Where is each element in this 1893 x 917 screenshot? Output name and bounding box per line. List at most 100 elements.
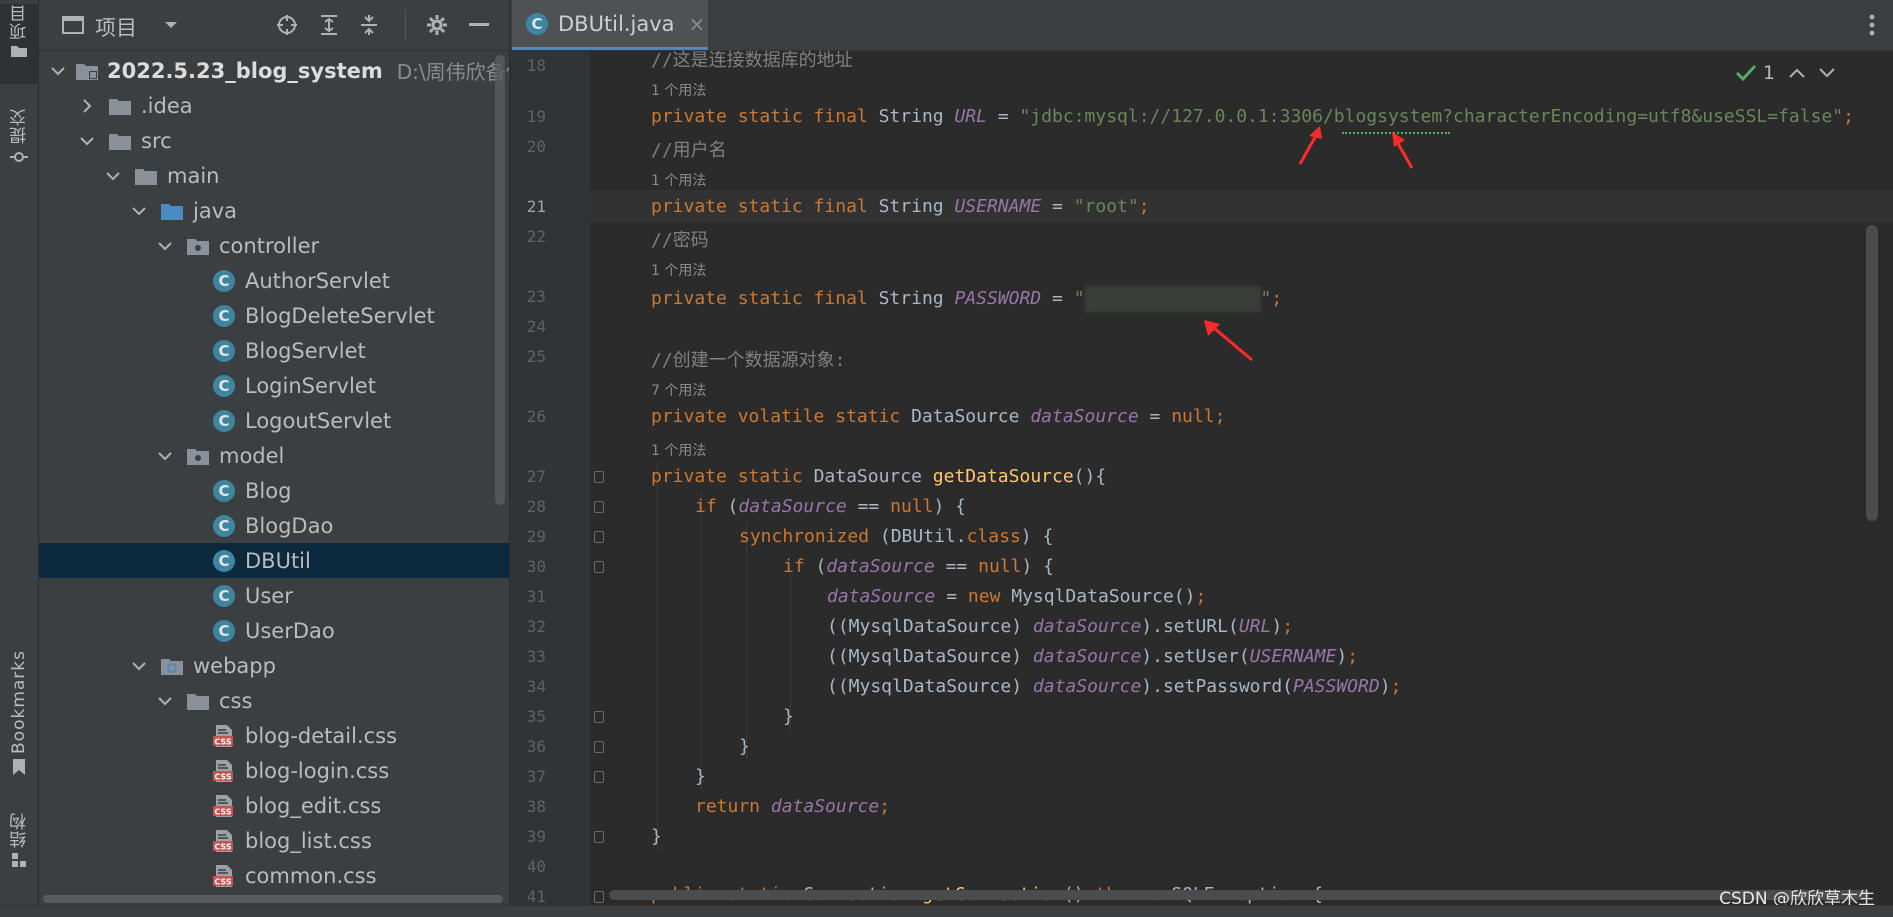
line-number[interactable]: 21: [510, 197, 546, 216]
code-line-22[interactable]: //密码: [651, 226, 709, 252]
chevron-down-icon[interactable]: [155, 446, 175, 466]
tree-item-controller[interactable]: controller: [39, 228, 509, 263]
tree-item-loginservlet[interactable]: C LoginServlet: [39, 368, 509, 403]
code-line-37[interactable]: }: [695, 766, 706, 787]
line-number[interactable]: 20: [510, 137, 546, 156]
tree-item-dbutil[interactable]: C DBUtil: [39, 543, 509, 578]
project-view-icon[interactable]: [61, 13, 85, 37]
code-line-29[interactable]: synchronized (DBUtil.class) {: [739, 526, 1053, 547]
code-line-19[interactable]: private static final String URL = "jdbc:…: [651, 106, 1854, 127]
line-number[interactable]: 19: [510, 107, 546, 126]
expand-all-icon[interactable]: [317, 13, 341, 37]
more-options-icon[interactable]: [1869, 14, 1875, 36]
code-line-30[interactable]: if (dataSource == null) {: [783, 556, 1054, 577]
tree-item-authorservlet[interactable]: C AuthorServlet: [39, 263, 509, 298]
line-number[interactable]: 40: [510, 857, 546, 876]
line-number[interactable]: 37: [510, 767, 546, 786]
line-number[interactable]: 18: [510, 56, 546, 75]
line-number[interactable]: 36: [510, 737, 546, 756]
line-number[interactable]: 35: [510, 707, 546, 726]
code-line-21[interactable]: private static final String USERNAME = "…: [651, 196, 1150, 217]
fold-marker-icon[interactable]: [594, 471, 604, 483]
tree-item-common-css[interactable]: CSS common.css: [39, 858, 509, 893]
fold-marker-icon[interactable]: [594, 891, 604, 903]
editor-horizontal-scrollbar[interactable]: [609, 890, 1869, 900]
code-line-28[interactable]: if (dataSource == null) {: [695, 496, 966, 517]
chevron-down-icon[interactable]: [77, 131, 97, 151]
chevron-right-icon[interactable]: [77, 96, 97, 116]
usage-hint[interactable]: 7 个用法: [651, 380, 706, 400]
usage-hint[interactable]: 1 个用法: [651, 260, 706, 280]
fold-marker-icon[interactable]: [594, 501, 604, 513]
line-number[interactable]: 38: [510, 797, 546, 816]
gear-icon[interactable]: [425, 13, 449, 37]
tree-item-userdao[interactable]: C UserDao: [39, 613, 509, 648]
tree-item-logoutservlet[interactable]: C LogoutServlet: [39, 403, 509, 438]
line-number[interactable]: 28: [510, 497, 546, 516]
project-vertical-scrollbar[interactable]: [495, 55, 505, 505]
line-number[interactable]: 26: [510, 407, 546, 426]
tree-item-webapp[interactable]: webapp: [39, 648, 509, 683]
tree-item-src[interactable]: src: [39, 123, 509, 158]
tree-item-blogservlet[interactable]: C BlogServlet: [39, 333, 509, 368]
line-number[interactable]: 22: [510, 227, 546, 246]
project-horizontal-scroll-thumb[interactable]: [43, 895, 503, 903]
tree-item-blog-detail-css[interactable]: CSS blog-detail.css: [39, 718, 509, 753]
tree-item-java[interactable]: java: [39, 193, 509, 228]
code-line-33[interactable]: ((MysqlDataSource) dataSource).setUser(U…: [827, 646, 1358, 667]
code-line-38[interactable]: return dataSource;: [695, 796, 890, 817]
tree-item-model[interactable]: model: [39, 438, 509, 473]
commit-tool-tab[interactable]: 提交: [0, 108, 38, 188]
tree-item-user[interactable]: C User: [39, 578, 509, 613]
line-number[interactable]: 24: [510, 317, 546, 336]
line-number[interactable]: 34: [510, 677, 546, 696]
chevron-down-icon[interactable]: [1819, 68, 1835, 78]
code-line-23[interactable]: private static final String PASSWORD = "…: [651, 286, 1282, 312]
bookmarks-tool-tab[interactable]: Bookmarks: [0, 650, 38, 790]
tree-item-blog[interactable]: C Blog: [39, 473, 509, 508]
line-number[interactable]: 23: [510, 287, 546, 306]
line-number[interactable]: 30: [510, 557, 546, 576]
fold-marker-icon[interactable]: [594, 831, 604, 843]
code-line-35[interactable]: }: [783, 706, 794, 727]
tree-item-blog-edit-css[interactable]: CSS blog_edit.css: [39, 788, 509, 823]
line-number[interactable]: 27: [510, 467, 546, 486]
code-line-31[interactable]: dataSource = new MysqlDataSource();: [827, 586, 1206, 607]
line-number[interactable]: 29: [510, 527, 546, 546]
project-horizontal-scrollbar[interactable]: [39, 893, 509, 905]
close-tab-icon[interactable]: ×: [689, 12, 706, 36]
tree-item-blog-list-css[interactable]: CSS blog_list.css: [39, 823, 509, 858]
chevron-down-icon[interactable]: [51, 61, 65, 81]
hide-panel-icon[interactable]: [467, 13, 491, 37]
tree-item-blog-login-css[interactable]: CSS blog-login.css: [39, 753, 509, 788]
structure-tool-tab[interactable]: 结构: [0, 812, 38, 894]
editor-vertical-scrollbar[interactable]: [1866, 225, 1878, 521]
chevron-down-icon[interactable]: [129, 201, 149, 221]
tree-item-main[interactable]: main: [39, 158, 509, 193]
line-number[interactable]: 33: [510, 647, 546, 666]
view-dropdown-icon[interactable]: [159, 13, 183, 37]
code-line-39[interactable]: }: [651, 826, 662, 847]
tree-item-blogdao[interactable]: C BlogDao: [39, 508, 509, 543]
usage-hint[interactable]: 1 个用法: [651, 440, 706, 460]
code-line-32[interactable]: ((MysqlDataSource) dataSource).setURL(UR…: [827, 616, 1293, 637]
file-tab-dbutil[interactable]: C DBUtil.java ×: [512, 0, 708, 50]
tree-item--idea[interactable]: .idea: [39, 88, 509, 123]
chevron-down-icon[interactable]: [155, 236, 175, 256]
code-line-34[interactable]: ((MysqlDataSource) dataSource).setPasswo…: [827, 676, 1401, 697]
line-number[interactable]: 41: [510, 887, 546, 905]
line-number[interactable]: 32: [510, 617, 546, 636]
line-number[interactable]: 31: [510, 587, 546, 606]
fold-marker-icon[interactable]: [594, 771, 604, 783]
tree-item-blogdeleteservlet[interactable]: C BlogDeleteServlet: [39, 298, 509, 333]
chevron-down-icon[interactable]: [129, 656, 149, 676]
line-number[interactable]: 39: [510, 827, 546, 846]
locate-file-icon[interactable]: [275, 13, 299, 37]
fold-marker-icon[interactable]: [594, 711, 604, 723]
chevron-down-icon[interactable]: [103, 166, 123, 186]
line-number[interactable]: 25: [510, 347, 546, 366]
fold-marker-icon[interactable]: [594, 561, 604, 573]
code-line-27[interactable]: private static DataSource getDataSource(…: [651, 466, 1106, 487]
code-line-20[interactable]: //用户名: [651, 136, 727, 162]
chevron-up-icon[interactable]: [1789, 68, 1805, 78]
